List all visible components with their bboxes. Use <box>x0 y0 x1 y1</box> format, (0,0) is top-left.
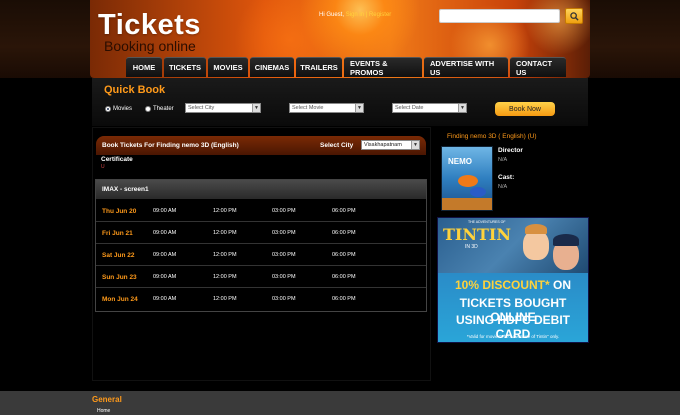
movie-title[interactable]: Finding nemo 3D ( English) (U) <box>447 133 537 140</box>
showtime-link[interactable]: 03:00 PM <box>272 252 296 258</box>
radio-theater[interactable]: Theater <box>145 106 174 112</box>
showtime-link[interactable]: 12:00 PM <box>213 208 237 214</box>
select-date-dropdown[interactable]: Select Date ▼ <box>392 103 467 113</box>
showtime-link[interactable]: 12:00 PM <box>213 274 237 280</box>
radio-theater-label: Theater <box>153 106 174 112</box>
select-date-value: Select Date <box>395 105 424 111</box>
showtime-link[interactable]: 06:00 PM <box>332 274 356 280</box>
table-row: Sun Jun 23 09:00 AM 12:00 PM 03:00 PM 06… <box>96 266 426 288</box>
select-city-value: Select City <box>188 105 215 111</box>
chevron-down-icon[interactable]: ▼ <box>411 141 419 149</box>
promo-poster: THE ADVENTURES OF TINTIN IN 3D <box>438 218 588 273</box>
radio-theater-dot[interactable] <box>145 106 151 112</box>
search-icon <box>569 11 579 21</box>
showtime-link[interactable]: 03:00 PM <box>272 296 296 302</box>
select-movie-dropdown[interactable]: Select Movie ▼ <box>289 103 364 113</box>
showtime-link[interactable]: 12:00 PM <box>213 252 237 258</box>
nav-advertise[interactable]: ADVERTISE WITH US <box>424 57 508 77</box>
book-now-button[interactable]: Book Now <box>495 102 555 116</box>
cast-label: Cast: <box>498 174 515 181</box>
nav-movies[interactable]: MOVIES <box>208 57 248 77</box>
director-value: N/A <box>498 157 508 163</box>
fish-shape <box>470 187 486 197</box>
show-date: Thu Jun 20 <box>102 208 137 215</box>
booking-title: Book Tickets For Finding nemo 3D (Englis… <box>102 142 239 149</box>
select-city-dropdown[interactable]: Select City ▼ <box>185 103 261 113</box>
chevron-down-icon[interactable]: ▼ <box>252 104 260 112</box>
quick-book-title: Quick Book <box>104 84 166 96</box>
showtime-link[interactable]: 06:00 PM <box>332 208 356 214</box>
promo-banner[interactable]: THE ADVENTURES OF TINTIN IN 3D 10% DISCO… <box>437 217 589 343</box>
show-date: Sun Jun 23 <box>102 274 137 281</box>
promo-poster-3d: IN 3D <box>465 244 478 250</box>
city-dropdown[interactable]: Visakhapatnam ▼ <box>361 140 420 150</box>
fish-shape <box>458 175 478 187</box>
reef-shape <box>442 198 492 210</box>
user-greeting: Hi Guest, Sign in | Register <box>319 12 391 18</box>
screen-name: IMAX - screen1 <box>96 180 426 199</box>
poster-title: NEMO <box>448 157 472 166</box>
radio-movies[interactable]: Movies <box>105 106 132 112</box>
footer-title: General <box>92 395 122 404</box>
sign-in-link[interactable]: Sign in <box>346 12 364 18</box>
nav-cinemas[interactable]: CINEMAS <box>250 57 294 77</box>
promo-discount: 10% DISCOUNT* ON <box>438 278 588 292</box>
footer-home-link[interactable]: Home <box>97 408 110 414</box>
city-label: Select City <box>320 142 354 149</box>
showtime-link[interactable]: 09:00 AM <box>153 208 176 214</box>
search-button[interactable] <box>565 8 583 24</box>
radio-movies-label: Movies <box>113 106 133 112</box>
showtime-link[interactable]: 12:00 PM <box>213 296 237 302</box>
cast-value: N/A <box>498 184 508 190</box>
table-row: Thu Jun 20 09:00 AM 12:00 PM 03:00 PM 06… <box>96 200 426 222</box>
showtime-link[interactable]: 03:00 PM <box>272 208 296 214</box>
main-nav: HOME TICKETS MOVIES CINEMAS TRAILERS EVE… <box>126 57 566 77</box>
character-illustration <box>523 224 549 260</box>
promo-discount-highlight: 10% DISCOUNT* <box>454 278 550 292</box>
showtime-link[interactable]: 09:00 AM <box>153 252 176 258</box>
logo-subtitle: Booking online <box>104 38 196 54</box>
nav-home[interactable]: HOME <box>126 57 162 77</box>
showtime-link[interactable]: 03:00 PM <box>272 230 296 236</box>
showtime-link[interactable]: 12:00 PM <box>213 230 237 236</box>
search-input[interactable] <box>439 9 560 23</box>
chevron-down-icon[interactable]: ▼ <box>355 104 363 112</box>
promo-poster-title: TINTIN <box>443 225 512 244</box>
promo-note: *Valid for movie "The Adventure of Tinti… <box>466 334 560 339</box>
showtime-link[interactable]: 09:00 AM <box>153 230 176 236</box>
showtime-link[interactable]: 06:00 PM <box>332 296 356 302</box>
radio-movies-dot[interactable] <box>105 106 111 112</box>
show-date: Fri Jun 21 <box>102 230 133 237</box>
city-dropdown-value: Visakhapatnam <box>364 142 402 148</box>
table-row: Mon Jun 24 09:00 AM 12:00 PM 03:00 PM 06… <box>96 288 426 310</box>
chevron-down-icon[interactable]: ▼ <box>458 104 466 112</box>
showtime-link[interactable]: 03:00 PM <box>272 274 296 280</box>
table-row: Fri Jun 21 09:00 AM 12:00 PM 03:00 PM 06… <box>96 222 426 244</box>
nav-contact[interactable]: CONTACT US <box>510 57 566 77</box>
separator: | <box>365 12 368 18</box>
nav-events-promos[interactable]: EVENTS & PROMOS <box>344 57 422 77</box>
promo-poster-sub: THE ADVENTURES OF <box>468 220 506 224</box>
register-link[interactable]: Register <box>369 12 391 18</box>
promo-discount-rest: ON <box>549 278 572 292</box>
showtime-link[interactable]: 06:00 PM <box>332 252 356 258</box>
certificate-value: U <box>101 164 105 170</box>
table-row: Sat Jun 22 09:00 AM 12:00 PM 03:00 PM 06… <box>96 244 426 266</box>
select-movie-value: Select Movie <box>292 105 324 111</box>
showtime-link[interactable]: 09:00 AM <box>153 296 176 302</box>
nav-tickets[interactable]: TICKETS <box>164 57 206 77</box>
showtime-link[interactable]: 06:00 PM <box>332 230 356 236</box>
director-label: Director <box>498 147 523 154</box>
movie-poster[interactable]: NEMO <box>441 146 493 211</box>
show-date: Sat Jun 22 <box>102 252 135 259</box>
certificate-label: Certificate <box>101 156 133 163</box>
character-illustration <box>553 234 579 270</box>
nav-trailers[interactable]: TRAILERS <box>296 57 342 77</box>
greeting-text: Hi Guest, <box>319 12 345 18</box>
show-date: Mon Jun 24 <box>102 296 138 303</box>
showtime-link[interactable]: 09:00 AM <box>153 274 176 280</box>
